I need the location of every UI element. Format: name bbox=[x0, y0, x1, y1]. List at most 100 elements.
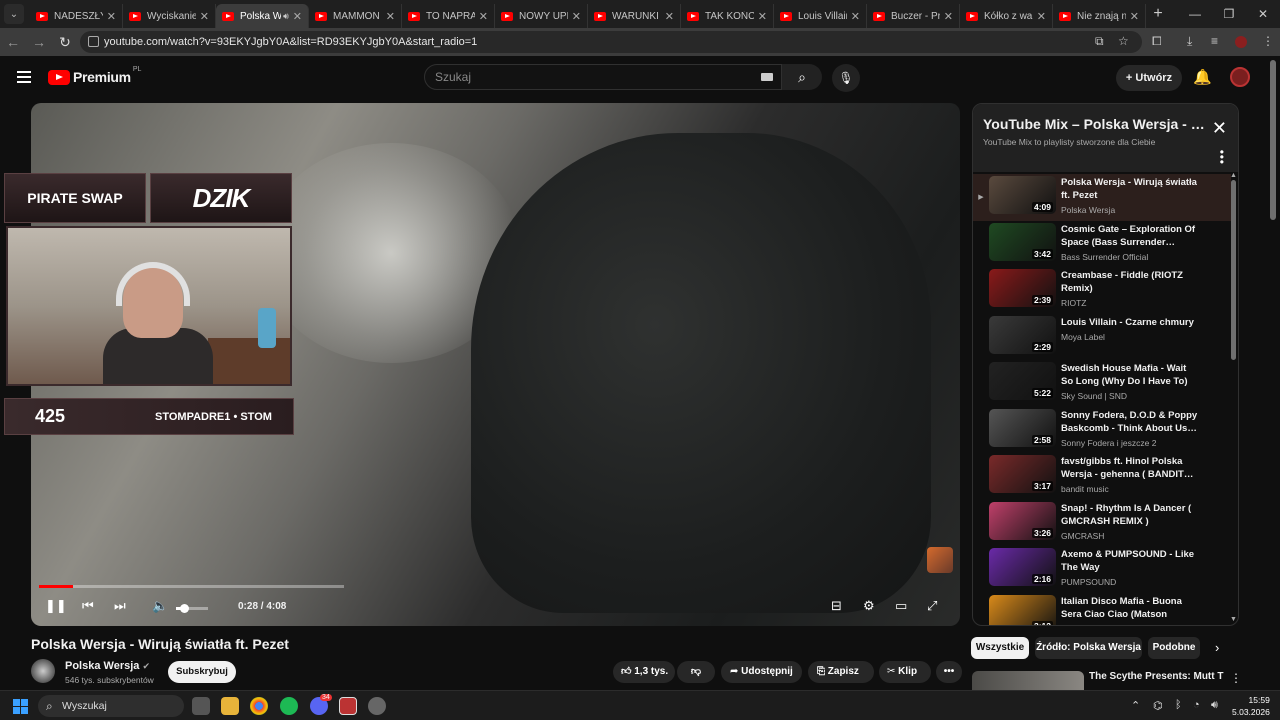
browser-tab[interactable]: Kółko z wand ✕ bbox=[960, 4, 1053, 28]
playlist-item[interactable]: 2:58 Sonny Fodera, D.O.D & Poppy Baskcomb… bbox=[973, 407, 1231, 454]
search-input[interactable]: Szukaj bbox=[424, 64, 782, 90]
clip-button[interactable]: ✂ Klip bbox=[879, 661, 931, 683]
fullscreen-button[interactable]: ⤢ bbox=[927, 598, 937, 614]
browser-tab[interactable]: Louis Villain ✕ bbox=[774, 4, 867, 28]
media-control-icon[interactable]: ≡ bbox=[1211, 34, 1218, 48]
notifications-bell-icon[interactable]: 🔔 bbox=[1193, 68, 1212, 86]
playlist-scrollbar[interactable] bbox=[1231, 180, 1236, 360]
volume-knob[interactable] bbox=[180, 604, 189, 613]
chrome-icon[interactable] bbox=[250, 697, 268, 715]
more-options-icon[interactable]: • • • bbox=[1220, 146, 1224, 168]
browser-tab[interactable]: Nie znają na ✕ bbox=[1053, 4, 1146, 28]
playlist-item-thumbnail[interactable]: 3:17 bbox=[989, 455, 1056, 493]
subscribe-button[interactable]: Subskrybuj bbox=[168, 661, 236, 683]
close-tab-icon[interactable]: ✕ bbox=[944, 10, 953, 23]
profile-avatar[interactable] bbox=[1235, 36, 1247, 48]
close-tab-icon[interactable]: ✕ bbox=[665, 10, 674, 23]
install-app-icon[interactable]: ⧉ bbox=[1095, 34, 1104, 49]
like-button[interactable]: 👍︎ 1,3 tys. bbox=[613, 661, 675, 683]
minimize-button[interactable]: — bbox=[1178, 0, 1212, 28]
reload-button[interactable]: ↻ bbox=[52, 34, 78, 51]
previous-button[interactable]: ⏮ bbox=[82, 598, 94, 614]
playlist-item[interactable]: 2:16 Axemo & PUMPSOUND - Like The Way PUMP… bbox=[973, 546, 1231, 593]
chevron-right-icon[interactable]: › bbox=[1215, 640, 1219, 655]
close-tab-icon[interactable]: ✕ bbox=[1130, 10, 1139, 23]
playlist-item-thumbnail[interactable]: 5:22 bbox=[989, 362, 1056, 400]
playlist-item-thumbnail[interactable]: 2:16 bbox=[989, 548, 1056, 586]
search-button[interactable]: ⌕ bbox=[782, 64, 822, 90]
close-window-button[interactable]: ✕ bbox=[1246, 0, 1280, 28]
close-tab-icon[interactable]: ✕ bbox=[572, 10, 581, 23]
browser-menu-icon[interactable]: ⋮ bbox=[1262, 34, 1274, 48]
save-button[interactable]: ⎘ Zapisz bbox=[808, 661, 874, 683]
close-tab-icon[interactable]: ✕ bbox=[386, 10, 395, 23]
browser-tab[interactable]: TO NAPRAW ✕ bbox=[402, 4, 495, 28]
task-view-icon[interactable] bbox=[192, 697, 210, 715]
playlist-item[interactable]: 3:42 Cosmic Gate – Exploration Of Space (… bbox=[973, 221, 1231, 268]
recommendation-thumbnail[interactable] bbox=[972, 671, 1084, 691]
page-scrollbar[interactable] bbox=[1270, 60, 1276, 220]
bookmark-star-icon[interactable]: ☆ bbox=[1118, 34, 1129, 48]
network-icon[interactable]: ⌬ bbox=[1153, 699, 1163, 712]
scroll-down-icon[interactable]: ▼ bbox=[1230, 616, 1237, 623]
recommendation-title[interactable]: The Scythe Presents: Mutt That bbox=[1089, 671, 1224, 682]
voice-search-button[interactable]: 🎙 bbox=[832, 64, 860, 92]
app-icon[interactable] bbox=[339, 697, 357, 715]
create-button[interactable]: + Utwórz bbox=[1116, 65, 1182, 91]
channel-avatar[interactable] bbox=[31, 659, 55, 683]
system-clock[interactable]: 15:59 5.03.2026 bbox=[1232, 694, 1270, 718]
next-button[interactable]: ⏭ bbox=[114, 598, 126, 614]
tray-chevron-icon[interactable]: ⌃ bbox=[1131, 699, 1140, 712]
windows-start-icon[interactable] bbox=[13, 699, 28, 714]
forward-button[interactable]: → bbox=[26, 34, 52, 50]
recommendation-more-icon[interactable]: ⋮ bbox=[1230, 671, 1242, 685]
browser-tab[interactable]: Polska W 🔊︎ ✕ bbox=[216, 4, 309, 28]
browser-tab[interactable]: Buczer - Prze ✕ bbox=[867, 4, 960, 28]
downloads-icon[interactable]: ⤓ bbox=[1187, 34, 1192, 49]
playlist-item-thumbnail[interactable]: 2:29 bbox=[989, 315, 1056, 354]
browser-tab[interactable]: NADESZŁY W ✕ bbox=[30, 4, 123, 28]
volume-slider[interactable] bbox=[176, 604, 208, 613]
channel-watermark[interactable] bbox=[927, 547, 953, 573]
bluetooth-icon[interactable]: ᛒ bbox=[1175, 699, 1182, 711]
more-actions-button[interactable]: ••• bbox=[936, 661, 962, 683]
youtube-premium-logo[interactable]: Premium PL bbox=[48, 66, 141, 85]
chip-related[interactable]: Podobne bbox=[1148, 637, 1200, 659]
playlist-item-thumbnail[interactable]: 4:09 bbox=[989, 176, 1056, 214]
playlist-item[interactable]: 2:39 Creambase - Fiddle (RIOTZ Remix) RIOT… bbox=[973, 267, 1231, 314]
close-tab-icon[interactable]: ✕ bbox=[758, 10, 767, 23]
url-field[interactable]: youtube.com/watch?v=93EKYJgbY0A&list=RD9… bbox=[80, 31, 1142, 53]
close-icon[interactable]: ✕ bbox=[1212, 118, 1227, 139]
playlist-item[interactable]: ▶ 4:09 Polska Wersja - Wirują światła ft. … bbox=[973, 174, 1231, 221]
obs-icon[interactable] bbox=[368, 697, 386, 715]
browser-tab[interactable]: WARUNKI ZY ✕ bbox=[588, 4, 681, 28]
maximize-button[interactable]: ❐ bbox=[1212, 0, 1246, 28]
close-tab-icon[interactable]: ✕ bbox=[200, 10, 209, 23]
tab-audio-icon[interactable]: 🔊︎ bbox=[283, 11, 289, 22]
pause-button[interactable]: ❚❚ bbox=[45, 598, 67, 614]
playlist-item[interactable]: 3:26 Snap! - Rhythm Is A Dancer ( GMCRASH… bbox=[973, 500, 1231, 547]
playlist-item[interactable]: 3:17 favst/gibbs ft. Hinol Polska Wersja … bbox=[973, 453, 1231, 500]
close-tab-icon[interactable]: ✕ bbox=[1037, 10, 1046, 23]
close-tab-icon[interactable]: ✕ bbox=[293, 10, 302, 23]
browser-tab[interactable]: MAMMON - ✕ bbox=[309, 4, 402, 28]
file-explorer-icon[interactable] bbox=[221, 697, 239, 715]
playlist-item-thumbnail[interactable]: 2:39 bbox=[989, 269, 1056, 307]
extensions-icon[interactable]: ⧠ bbox=[1152, 34, 1162, 49]
share-button[interactable]: ➦ Udostępnij bbox=[721, 661, 802, 683]
speaker-icon[interactable]: 🔊︎ bbox=[1211, 699, 1218, 712]
chip-source[interactable]: Źródło: Polska Wersja bbox=[1035, 637, 1142, 659]
menu-icon[interactable] bbox=[17, 71, 31, 83]
dislike-button[interactable]: 👎︎ bbox=[677, 661, 715, 683]
tab-search-button[interactable]: ⌄ bbox=[4, 4, 24, 24]
close-tab-icon[interactable]: ✕ bbox=[851, 10, 860, 23]
taskbar-search[interactable]: Wyszukaj bbox=[38, 695, 184, 717]
playlist-item-thumbnail[interactable]: 2:58 bbox=[989, 408, 1056, 447]
chip-all[interactable]: Wszystkie bbox=[971, 637, 1029, 659]
account-avatar[interactable] bbox=[1230, 67, 1250, 87]
channel-name[interactable]: Polska Wersja ✔ bbox=[65, 660, 150, 672]
playlist-title[interactable]: YouTube Mix – Polska Wersja - Wirują świ… bbox=[983, 116, 1205, 132]
playlist-item-thumbnail[interactable]: 3:26 bbox=[989, 501, 1056, 540]
playlist-item[interactable]: 5:22 Swedish House Mafia - Wait So Long (… bbox=[973, 360, 1231, 407]
theater-mode-button[interactable]: ▭ bbox=[895, 598, 907, 614]
